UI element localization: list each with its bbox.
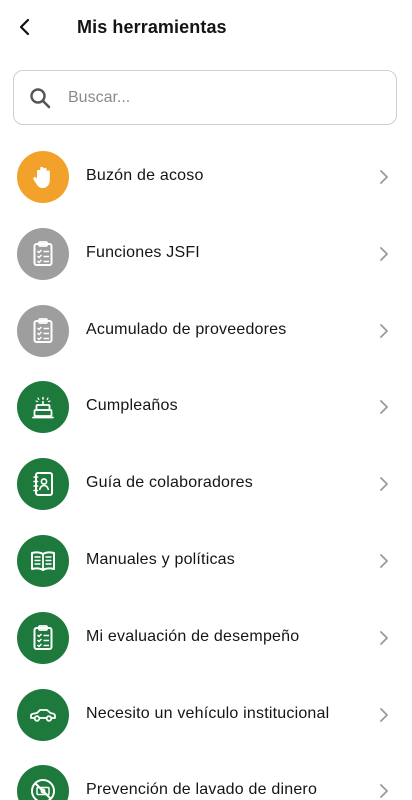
item-label: Mi evaluación de desempeño — [86, 627, 300, 645]
item-icon-badge — [17, 765, 69, 800]
hand-stop-icon — [33, 166, 50, 188]
list-item[interactable]: Necesito un vehículo institucional — [0, 677, 412, 754]
chevron-right-icon — [380, 707, 388, 722]
arrow-left-icon — [19, 18, 30, 36]
item-label: Buzón de acoso — [86, 167, 204, 184]
item-icon-badge — [17, 688, 69, 741]
item-label: Cumpleaños — [86, 397, 178, 415]
item-label: Manuales y políticas — [86, 550, 235, 568]
open-book-icon — [31, 551, 55, 571]
list-item[interactable]: Prevención de lavado de dinero — [0, 753, 412, 800]
chevron-right-icon — [380, 554, 388, 568]
top-app-bar: Mis herramientas — [0, 0, 412, 56]
list-item[interactable]: Funciones JSFI — [0, 216, 412, 293]
item-label: Necesito un vehículo institucional — [86, 704, 330, 722]
list-item[interactable]: Buzón de acoso — [0, 139, 412, 216]
clipboard-checklist-icon — [33, 317, 53, 343]
item-icon-badge — [17, 304, 69, 357]
chevron-right-icon — [380, 400, 388, 415]
list-item[interactable]: Guía de colaboradores — [0, 446, 412, 523]
item-icon-badge — [17, 611, 69, 664]
chevron-right-icon — [380, 784, 388, 799]
item-label: Guía de colaboradores — [86, 474, 253, 492]
item-icon-badge — [17, 227, 69, 280]
chevron-right-icon — [380, 323, 388, 338]
clipboard-checklist-icon — [33, 624, 53, 650]
tools-list: Buzón de acoso Funciones JSFI Acumulado … — [0, 139, 412, 800]
page-title: Mis herramientas — [77, 17, 227, 37]
list-item[interactable]: Acumulado de proveedores — [0, 293, 412, 370]
item-icon-badge — [17, 458, 69, 511]
chevron-right-icon — [380, 246, 388, 261]
chevron-right-icon — [380, 630, 388, 645]
chevron-right-icon — [380, 170, 388, 184]
item-label: Acumulado de proveedores — [86, 320, 287, 338]
item-label: Funciones JSFI — [86, 243, 200, 261]
search-icon — [30, 88, 51, 109]
clipboard-checklist-icon — [33, 240, 53, 266]
back-button[interactable] — [10, 12, 40, 42]
car-icon — [30, 708, 56, 722]
list-item[interactable]: Mi evaluación de desempeño — [0, 600, 412, 677]
no-money-icon — [31, 779, 55, 800]
chevron-right-icon — [380, 477, 388, 492]
item-icon-badge — [17, 381, 69, 434]
search-input[interactable] — [68, 81, 378, 115]
list-item[interactable]: Cumpleaños — [0, 369, 412, 446]
birthday-cake-icon — [32, 396, 54, 419]
list-item[interactable]: Manuales y políticas — [0, 523, 412, 600]
search-bar[interactable] — [13, 70, 397, 125]
contact-book-icon — [33, 472, 53, 497]
item-icon-badge — [17, 534, 69, 587]
item-icon-badge — [17, 151, 69, 203]
item-label: Prevención de lavado de dinero — [86, 781, 318, 799]
